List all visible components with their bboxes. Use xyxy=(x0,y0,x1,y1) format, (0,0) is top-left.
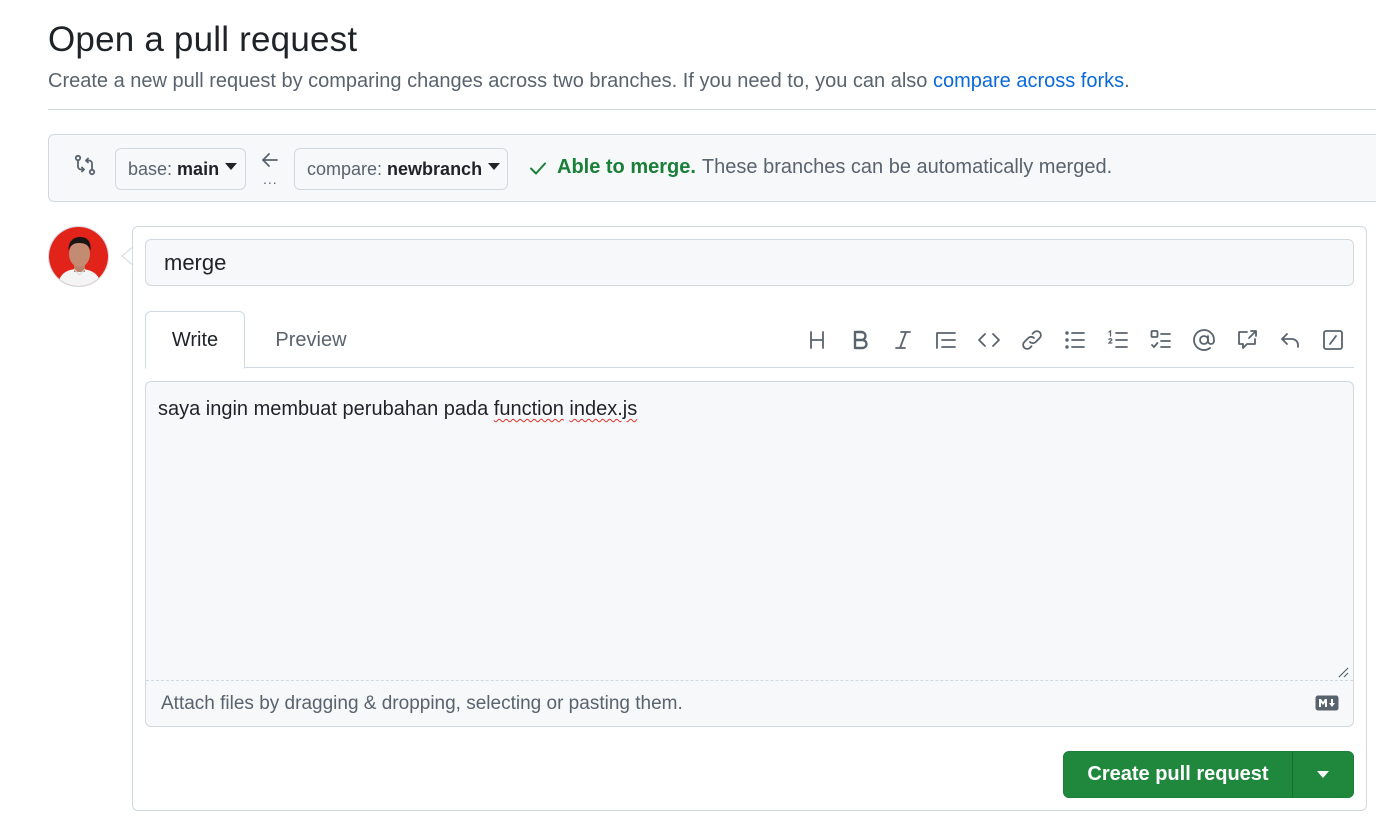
cross-reference-button[interactable] xyxy=(1225,327,1268,353)
reply-icon xyxy=(1280,333,1299,348)
comment-body-text[interactable]: saya ingin membuat perubahan pada functi… xyxy=(158,398,637,421)
body-plain-text: saya ingin membuat perubahan pada xyxy=(158,398,494,420)
link-button[interactable] xyxy=(1010,327,1053,353)
quote-icon xyxy=(935,332,956,349)
comment-body-editor[interactable]: saya ingin membuat perubahan pada functi… xyxy=(145,381,1354,727)
chevron-down-icon xyxy=(488,162,501,170)
tab-write[interactable]: Write xyxy=(145,311,245,369)
create-pull-request-button[interactable]: Create pull request xyxy=(1064,752,1293,797)
misspelled-word: index.js xyxy=(569,398,638,420)
base-branch-name: main xyxy=(177,158,220,179)
range-editor: base: main ... compare: newbranch Able to … xyxy=(48,134,1376,202)
check-icon xyxy=(530,162,546,174)
slash-command-button[interactable] xyxy=(1311,327,1354,353)
bold-button[interactable] xyxy=(838,327,881,353)
saved-reply-button[interactable] xyxy=(1268,327,1311,353)
editor-tabs: Write Preview xyxy=(145,311,1354,369)
merge-status: Able to merge. These branches can be aut… xyxy=(527,156,1112,179)
arrow-left-icon xyxy=(262,153,278,167)
link-icon xyxy=(1021,330,1042,350)
tab-preview[interactable]: Preview xyxy=(260,311,362,369)
bold-icon xyxy=(853,330,868,350)
compare-prefix: compare: xyxy=(307,158,383,179)
cross-reference-icon xyxy=(1237,330,1257,349)
merge-detail: These branches can be automatically merg… xyxy=(701,156,1113,178)
code-icon xyxy=(977,333,1000,347)
attach-files-bar[interactable]: Attach files by dragging & dropping, sel… xyxy=(146,680,1353,726)
unordered-list-button[interactable] xyxy=(1053,327,1096,353)
compare-across-forks-link[interactable]: compare across forks xyxy=(933,70,1124,92)
misspelled-word: function xyxy=(493,398,564,420)
slash-command-icon xyxy=(1322,330,1343,350)
user-portrait xyxy=(49,227,108,286)
create-options-dropdown[interactable] xyxy=(1293,752,1353,797)
mention-button[interactable] xyxy=(1182,327,1225,353)
compare-branch-name: newbranch xyxy=(387,158,483,179)
ordered-list-icon xyxy=(1107,329,1128,348)
page-subtitle: Create a new pull request by comparing c… xyxy=(48,70,1130,93)
chevron-down-icon xyxy=(1317,771,1329,778)
page-title: Open a pull request xyxy=(48,20,358,59)
pull-request-form: Write Preview xyxy=(132,226,1367,811)
base-prefix: base: xyxy=(128,158,173,179)
italic-icon xyxy=(894,331,911,349)
subtitle-end: . xyxy=(1124,70,1130,92)
quote-button[interactable] xyxy=(924,327,967,353)
arrow-dots: ... xyxy=(263,171,278,187)
markdown-icon xyxy=(1315,695,1339,711)
avatar[interactable] xyxy=(48,226,109,287)
code-button[interactable] xyxy=(967,327,1010,353)
heading-icon xyxy=(809,331,824,349)
header-divider xyxy=(48,109,1376,110)
compare-branch-select[interactable]: compare: newbranch xyxy=(294,148,508,190)
unordered-list-icon xyxy=(1064,331,1085,349)
subtitle-text: Create a new pull request by comparing c… xyxy=(48,70,933,92)
task-list-button[interactable] xyxy=(1139,327,1182,353)
merge-ok-label: Able to merge. xyxy=(557,156,696,178)
italic-button[interactable] xyxy=(881,327,924,353)
heading-button[interactable] xyxy=(795,327,838,353)
attach-hint: Attach files by dragging & dropping, sel… xyxy=(161,692,683,714)
pr-title-input[interactable] xyxy=(145,239,1354,286)
base-branch-select[interactable]: base: main xyxy=(115,148,246,190)
markdown-toolbar xyxy=(795,327,1354,353)
create-pull-request-group: Create pull request xyxy=(1063,751,1354,798)
ordered-list-button[interactable] xyxy=(1096,327,1139,353)
chevron-down-icon xyxy=(225,162,238,170)
task-list-icon xyxy=(1150,330,1171,349)
git-compare-icon xyxy=(74,154,96,176)
mention-icon xyxy=(1192,329,1215,351)
resize-handle-icon[interactable] xyxy=(1337,666,1349,678)
